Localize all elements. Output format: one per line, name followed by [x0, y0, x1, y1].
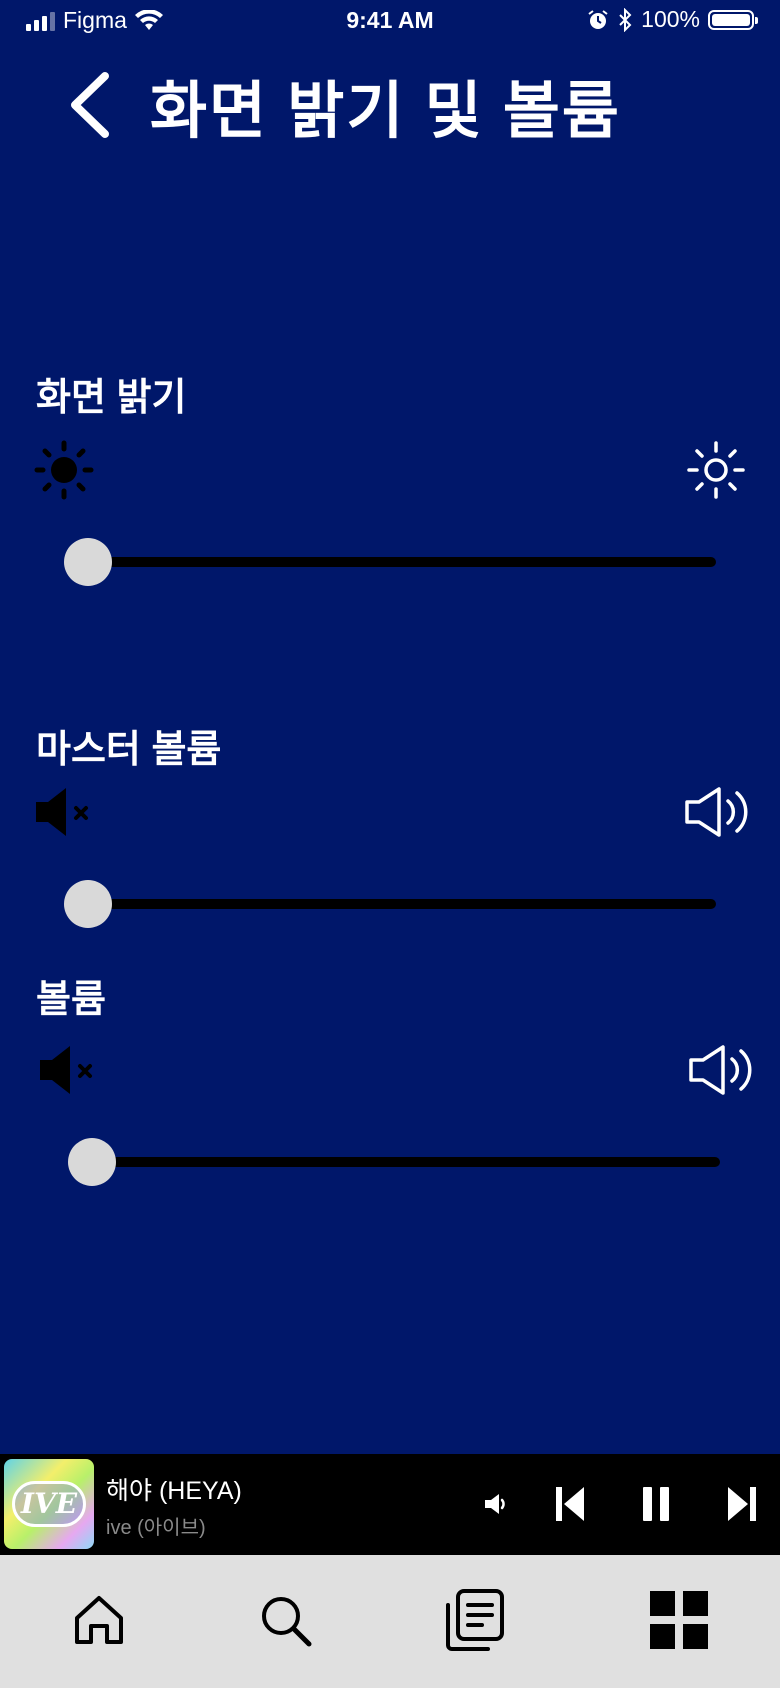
volume-slider[interactable]: [68, 1138, 720, 1186]
brightness-slider-track[interactable]: [84, 557, 716, 567]
pause-button[interactable]: [636, 1482, 676, 1526]
pause-icon: [643, 1487, 669, 1521]
album-art[interactable]: IVE: [4, 1459, 94, 1549]
grid-icon: [650, 1591, 708, 1649]
track-artist: ive (아이브): [106, 1517, 206, 1539]
volume-label: 볼륨: [36, 979, 106, 1021]
battery-percent: 100%: [641, 6, 700, 32]
previous-button[interactable]: [550, 1482, 590, 1526]
brightness-slider[interactable]: [64, 538, 716, 586]
library-icon: [446, 1589, 504, 1651]
tab-home[interactable]: [64, 1585, 134, 1655]
tab-search[interactable]: [250, 1585, 320, 1655]
master-volume-max-icon[interactable]: [684, 786, 750, 838]
volume-max-icon[interactable]: [688, 1044, 754, 1096]
master-volume-mute-icon[interactable]: [34, 786, 96, 838]
volume-slider-thumb[interactable]: [68, 1138, 116, 1186]
skip-next-icon: [728, 1487, 756, 1521]
status-bar: Figma 9:41 AM 100%: [0, 0, 780, 42]
volume-mute-icon[interactable]: [38, 1044, 100, 1096]
master-volume-slider-thumb[interactable]: [64, 880, 112, 928]
back-button[interactable]: [60, 65, 120, 145]
alarm-icon: [588, 9, 608, 29]
mini-player[interactable]: IVE 해야 (HEYA) ive (아이브): [0, 1454, 780, 1555]
master-volume-slider[interactable]: [64, 880, 716, 928]
master-volume-slider-track[interactable]: [84, 899, 716, 909]
brightness-slider-thumb[interactable]: [64, 538, 112, 586]
next-button[interactable]: [722, 1482, 762, 1526]
speaker-icon: [485, 1494, 505, 1514]
header: 화면 밝기 및 볼륨: [60, 60, 621, 150]
brightness-low-icon[interactable]: [34, 440, 94, 500]
bluetooth-icon: [619, 7, 632, 32]
tab-more[interactable]: [644, 1585, 714, 1655]
chevron-left-icon: [71, 72, 109, 138]
tab-bar: [0, 1555, 780, 1688]
track-title: 해야 (HEYA): [106, 1477, 242, 1505]
battery-icon: [708, 9, 758, 30]
volume-slider-track[interactable]: [88, 1157, 720, 1167]
master-volume-label: 마스터 볼륨: [36, 729, 222, 771]
brightness-label: 화면 밝기: [36, 377, 187, 419]
status-right: 100%: [587, 6, 758, 33]
brightness-high-icon[interactable]: [686, 440, 746, 500]
search-icon: [262, 1597, 312, 1647]
album-art-logo: IVE: [12, 1481, 86, 1527]
volume-button[interactable]: [478, 1486, 514, 1522]
skip-previous-icon: [556, 1487, 584, 1521]
home-icon: [75, 1596, 123, 1644]
page-title: 화면 밝기 및 볼륨: [150, 77, 621, 146]
tab-library[interactable]: [440, 1585, 510, 1655]
